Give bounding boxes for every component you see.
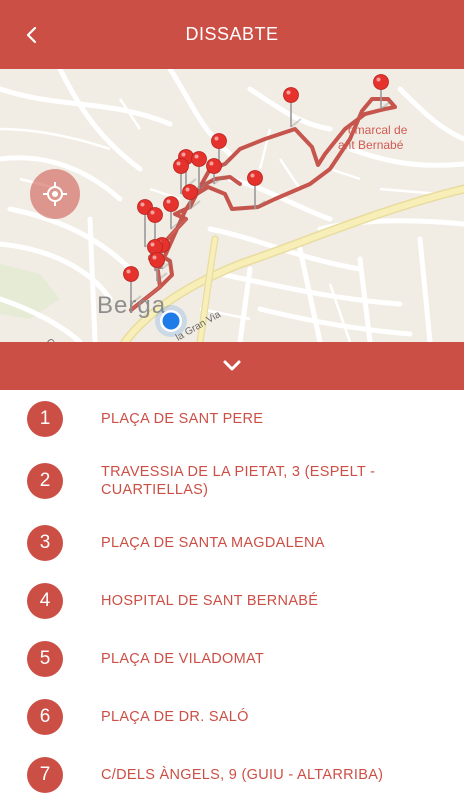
stop-number-badge: 3 — [27, 525, 63, 561]
stop-item[interactable]: 2 TRAVESSIA DE LA PIETAT, 3 (ESPELT - CU… — [0, 448, 464, 514]
stop-name: PLAÇA DE SANTA MAGDALENA — [101, 535, 325, 551]
stop-number-badge: 5 — [27, 641, 63, 677]
route-map[interactable]: Berga omarcal de ant Bernabé la Gran Via… — [0, 69, 464, 342]
stop-name: PLAÇA DE VILADOMAT — [101, 651, 265, 667]
stop-number-badge: 6 — [27, 699, 63, 735]
page-title: DISSABTE — [185, 24, 279, 44]
stop-name: HOSPITAL DE SANT BERNABÉ — [101, 593, 319, 609]
user-location-icon — [155, 305, 187, 337]
collapse-map-button[interactable] — [0, 342, 464, 390]
map-label-place-1: omarcal de — [348, 123, 408, 137]
stop-item[interactable]: 3 PLAÇA DE SANTA MAGDALENA — [0, 514, 464, 572]
locate-button[interactable] — [30, 169, 80, 219]
stop-number-badge: 2 — [27, 463, 63, 499]
stop-name: TRAVESSIA DE LA PIETAT, 3 (ESPELT - CUAR… — [101, 464, 376, 498]
crosshair-icon — [43, 182, 67, 206]
stop-item[interactable]: 4 HOSPITAL DE SANT BERNABÉ — [0, 572, 464, 630]
stop-item[interactable]: 1 PLAÇA DE SANT PERE — [0, 390, 464, 448]
stop-name: PLAÇA DE SANT PERE — [101, 411, 264, 427]
top-bar: DISSABTE — [0, 0, 464, 69]
stop-number-badge: 7 — [27, 757, 63, 793]
stop-number-badge: 1 — [27, 401, 63, 437]
stops-list: 1 PLAÇA DE SANT PERE 2 TRAVESSIA DE LA P… — [0, 390, 464, 800]
map-label-place-2: ant Bernabé — [338, 138, 404, 152]
stop-number-badge: 4 — [27, 583, 63, 619]
stop-name: C/DELS ÀNGELS, 9 (GUIU - ALTARRIBA) — [101, 767, 384, 783]
stop-item[interactable]: 5 PLAÇA DE VILADOMAT — [0, 630, 464, 688]
stop-item[interactable]: 7 C/DELS ÀNGELS, 9 (GUIU - ALTARRIBA) — [0, 746, 464, 800]
chevron-down-icon — [223, 360, 241, 371]
stop-item[interactable]: 6 PLAÇA DE DR. SALÓ — [0, 688, 464, 746]
stop-name: PLAÇA DE DR. SALÓ — [101, 709, 249, 725]
